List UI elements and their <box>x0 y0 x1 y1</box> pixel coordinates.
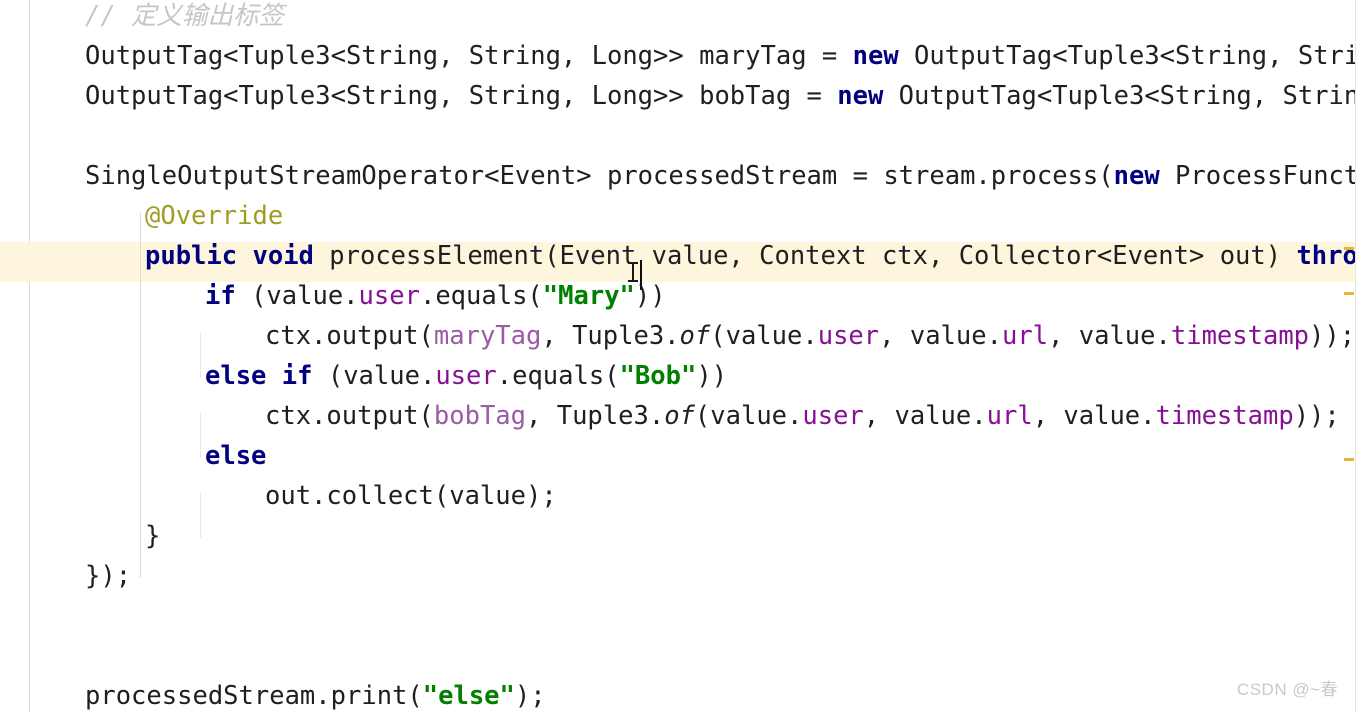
mouse-ibeam-cursor <box>628 262 638 282</box>
code-token: new <box>837 81 884 111</box>
code-token: (value. <box>312 361 436 391</box>
code-token: out.collect(value); <box>265 481 557 511</box>
code-editor[interactable]: // 定义输出标签 OutputTag<Tuple3<String, String… <box>0 0 1356 712</box>
code-line[interactable]: OutputTag<Tuple3<String, String, Long>> … <box>85 76 1356 116</box>
code-token: )); <box>1309 321 1356 351</box>
code-token: OutputTag<Tuple3<String, String <box>898 41 1356 71</box>
code-line[interactable]: processedStream.print("else"); <box>85 676 546 712</box>
code-token: SingleOutputStreamOperator<Event> proces… <box>85 161 1114 191</box>
code-token: bobTag <box>433 401 527 431</box>
code-token: (value. <box>694 401 803 431</box>
code-token: url <box>986 401 1033 431</box>
code-line[interactable]: }); <box>85 556 131 596</box>
code-token: , value. <box>1032 401 1156 431</box>
code-token: , value. <box>879 321 1002 351</box>
code-token: processElement(Event value, Context ctx,… <box>313 241 1297 271</box>
code-token: public <box>145 241 238 271</box>
code-token: , Tuple3. <box>526 401 665 431</box>
code-token: OutputTag<Tuple3<String, String, Long>> … <box>85 41 853 71</box>
code-token: (value. <box>235 281 359 311</box>
code-token: timestamp <box>1170 321 1310 351</box>
code-token: ctx.output( <box>265 321 434 351</box>
code-token: ProcessFunctio <box>1175 161 1356 191</box>
code-token: user <box>435 361 497 391</box>
code-token: ctx.output( <box>265 401 434 431</box>
code-line[interactable]: ctx.output(bobTag, Tuple3.of(value.user,… <box>265 396 1340 436</box>
code-token: @Override <box>145 201 284 231</box>
code-token: void <box>252 241 314 271</box>
text-caret <box>640 260 642 290</box>
code-token: )); <box>1293 401 1340 431</box>
code-text-area[interactable]: // 定义输出标签 OutputTag<Tuple3<String, String… <box>0 0 1356 712</box>
code-line[interactable]: ctx.output(maryTag, Tuple3.of(value.user… <box>265 316 1355 356</box>
code-line[interactable]: @Override <box>145 196 283 236</box>
code-line[interactable]: } <box>145 516 160 556</box>
watermark: CSDN @~春 <box>1236 680 1338 699</box>
code-token: user <box>358 281 420 311</box>
code-token: if <box>281 361 313 391</box>
code-token: )) <box>696 361 728 391</box>
code-token: timestamp <box>1155 401 1294 431</box>
code-line[interactable]: out.collect(value); <box>265 476 557 516</box>
code-token: // 定义输出标签 <box>85 1 285 31</box>
code-token: OutputTag<Tuple3<String, String, <box>883 81 1356 111</box>
code-line[interactable]: SingleOutputStreamOperator<Event> proces… <box>85 156 1356 196</box>
code-token: ); <box>514 681 546 711</box>
code-token: user <box>817 321 880 351</box>
code-line[interactable]: public void processElement(Event value, … <box>145 236 1356 276</box>
code-token: OutputTag<Tuple3<String, String, Long>> … <box>85 81 838 111</box>
code-token: else <box>205 441 267 471</box>
code-token: of <box>679 321 711 351</box>
code-token: url <box>1001 321 1049 351</box>
code-token: "Bob" <box>619 361 697 391</box>
code-token: , value. <box>863 401 987 431</box>
code-token: new <box>852 41 899 71</box>
code-token: (value. <box>710 321 818 351</box>
code-token: processedStream.print( <box>85 681 423 711</box>
marker-stripe-2[interactable] <box>1344 292 1354 295</box>
code-line[interactable]: // 定义输出标签 <box>85 0 284 36</box>
code-token: new <box>1113 161 1160 191</box>
code-token: user <box>802 401 864 431</box>
code-token: if <box>205 281 236 311</box>
code-token: , Tuple3. <box>541 321 680 351</box>
code-token: "Mary" <box>542 281 635 311</box>
code-token: else <box>205 361 267 391</box>
code-token: "else" <box>422 681 515 711</box>
code-line[interactable]: if (value.user.equals("Mary")) <box>205 276 666 316</box>
code-token: .equals( <box>419 281 543 311</box>
code-line[interactable]: OutputTag<Tuple3<String, String, Long>> … <box>85 36 1356 76</box>
code-token: maryTag <box>433 321 542 351</box>
code-token: , value. <box>1048 321 1171 351</box>
code-token: of <box>664 401 695 431</box>
marker-stripe-1[interactable] <box>1344 247 1354 250</box>
code-token: .equals( <box>496 361 620 391</box>
marker-stripe-3[interactable] <box>1344 458 1354 461</box>
code-line[interactable]: else <box>205 436 266 476</box>
code-line[interactable]: else if (value.user.equals("Bob")) <box>205 356 727 396</box>
code-token: }); <box>85 561 132 591</box>
code-token: } <box>145 521 161 551</box>
code-token: throws <box>1296 241 1356 271</box>
